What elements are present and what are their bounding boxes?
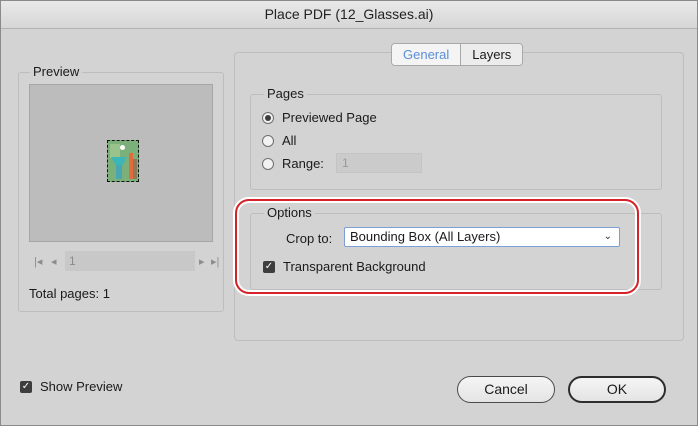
next-page-icon[interactable]: ▸: [199, 255, 205, 268]
preview-thumbnail-area: [29, 84, 213, 242]
page-navigation: |◂ ◂ 1 ▸ ▸|: [31, 251, 221, 273]
show-preview-checkbox[interactable]: ✓ Show Preview: [20, 379, 122, 394]
artwork-thumbnail: [107, 140, 139, 182]
show-preview-label: Show Preview: [40, 379, 123, 394]
cancel-button[interactable]: Cancel: [457, 376, 555, 403]
last-page-icon[interactable]: ▸|: [211, 255, 219, 268]
radio-selected-icon[interactable]: [262, 111, 274, 124]
dialog-title: Place PDF (12_Glasses.ai): [1, 1, 697, 29]
radio-unselected-icon[interactable]: [262, 157, 274, 170]
pages-label: Pages: [264, 86, 307, 101]
preview-label: Preview: [30, 64, 83, 79]
radio-previewed-page[interactable]: Previewed Page: [262, 110, 377, 125]
page-number-field[interactable]: 1: [65, 251, 195, 271]
tab-general[interactable]: General: [392, 44, 462, 65]
previous-page-icon[interactable]: ◂: [51, 255, 57, 268]
pages-group: Pages Previewed Page All Range: 1: [250, 86, 662, 190]
ok-button[interactable]: OK: [568, 376, 666, 403]
tab-layers[interactable]: Layers: [461, 44, 523, 65]
radio-all[interactable]: All: [262, 133, 296, 148]
range-input[interactable]: 1: [336, 153, 422, 173]
preview-group: Preview |◂ ◂ 1 ▸ ▸| Total pages: 1: [18, 64, 224, 312]
place-pdf-dialog: Place PDF (12_Glasses.ai) Preview |◂ ◂ 1…: [0, 0, 698, 426]
first-page-icon[interactable]: |◂: [34, 255, 42, 268]
radio-label: Range:: [282, 156, 324, 171]
checkbox-checked-icon[interactable]: ✓: [20, 380, 32, 393]
radio-range[interactable]: Range:: [262, 156, 324, 171]
radio-label: All: [282, 133, 297, 148]
tab-bar: General Layers: [391, 43, 524, 66]
total-pages-text: Total pages: 1: [29, 286, 110, 301]
radio-unselected-icon[interactable]: [262, 134, 274, 147]
radio-label: Previewed Page: [282, 110, 377, 125]
highlight-annotation: [235, 199, 639, 294]
